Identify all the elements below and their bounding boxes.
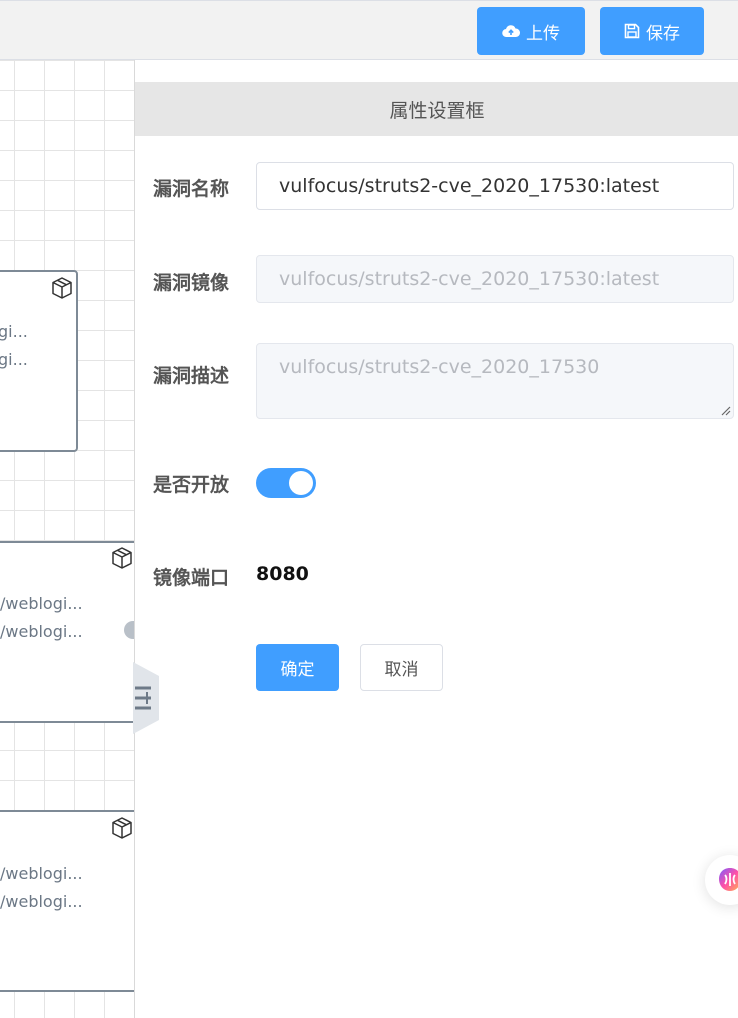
- confirm-button[interactable]: 确定: [256, 644, 339, 691]
- node-text-line: /weblogi...: [0, 594, 83, 613]
- vuln-name-input[interactable]: vulfocus/struts2-cve_2020_17530:latest: [256, 162, 734, 210]
- node-text-line: /weblogi...: [0, 892, 83, 911]
- node-text-line: /weblogi...: [0, 864, 83, 883]
- node-text-line: gi...: [0, 350, 28, 369]
- topology-canvas[interactable]: gi... gi... /weblogi... /weblogi... /web…: [0, 60, 134, 1018]
- container-node[interactable]: /weblogi... /weblogi...: [0, 541, 134, 723]
- save-button[interactable]: 保存: [600, 7, 704, 55]
- cloud-upload-icon: [502, 25, 520, 38]
- cube-icon: [52, 277, 72, 299]
- image-port-label: 镜像端口: [153, 567, 230, 589]
- panel-title: 属性设置框: [135, 82, 738, 136]
- container-node[interactable]: gi... gi...: [0, 270, 78, 452]
- ai-assistant-icon: [719, 868, 738, 891]
- upload-label: 上传: [526, 23, 560, 44]
- property-panel: 属性设置框 漏洞名称 vulfocus/struts2-cve_2020_175…: [134, 60, 738, 1018]
- cube-icon: [112, 817, 132, 839]
- open-toggle-switch[interactable]: [256, 468, 316, 498]
- toggle-knob: [289, 471, 313, 495]
- node-text-line: /weblogi...: [0, 622, 83, 641]
- vuln-desc-label: 漏洞描述: [153, 365, 230, 387]
- cube-icon: [112, 547, 132, 569]
- image-port-value: 8080: [256, 563, 309, 585]
- container-node[interactable]: /weblogi... /weblogi...: [0, 810, 134, 992]
- cancel-button[interactable]: 取消: [360, 644, 443, 691]
- floppy-disk-icon: [624, 23, 640, 39]
- save-label: 保存: [646, 23, 680, 44]
- node-text-line: gi...: [0, 322, 28, 341]
- vuln-image-label: 漏洞镜像: [153, 272, 230, 294]
- resize-grip-icon[interactable]: [719, 404, 731, 416]
- vuln-name-label: 漏洞名称: [153, 178, 230, 200]
- vuln-desc-text: vulfocus/struts2-cve_2020_17530: [279, 356, 600, 378]
- top-toolbar: 上传 保存: [0, 0, 738, 60]
- upload-button[interactable]: 上传: [477, 7, 585, 55]
- menu-collapse-icon[interactable]: [133, 662, 159, 734]
- vuln-desc-textarea: vulfocus/struts2-cve_2020_17530: [256, 343, 734, 419]
- vuln-image-input: vulfocus/struts2-cve_2020_17530:latest: [256, 255, 734, 303]
- open-toggle-label: 是否开放: [153, 474, 230, 496]
